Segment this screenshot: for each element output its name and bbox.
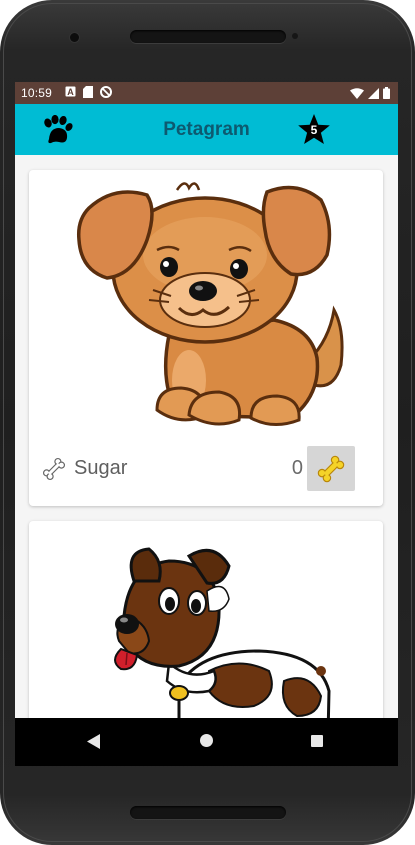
bone-outline-icon xyxy=(42,457,66,481)
status-notification-icons: A xyxy=(65,86,112,98)
sd-card-icon xyxy=(83,86,93,98)
home-button[interactable] xyxy=(200,734,213,747)
signal-icon xyxy=(368,87,379,99)
pet-card: Sugar 0 xyxy=(29,170,383,506)
proximity-sensor xyxy=(292,33,298,39)
pet-list[interactable]: Sugar 0 xyxy=(15,155,398,766)
favorites-button[interactable]: 5 xyxy=(297,113,331,147)
earpiece-speaker xyxy=(130,30,286,43)
front-camera xyxy=(70,33,79,42)
favorites-count: 5 xyxy=(310,123,318,137)
bone-yellow-icon xyxy=(317,455,345,482)
wifi-icon xyxy=(350,87,364,99)
app-bar: Petagram 5 xyxy=(15,104,398,155)
back-button[interactable] xyxy=(87,734,101,749)
like-count: 0 xyxy=(291,457,303,479)
pet-row: Sugar 0 xyxy=(29,443,383,493)
pet-name: Sugar xyxy=(74,457,128,479)
battery-icon xyxy=(383,87,390,99)
notification-a-icon: A xyxy=(65,86,76,97)
bottom-speaker xyxy=(130,806,286,819)
recents-button[interactable] xyxy=(311,735,323,747)
like-button[interactable] xyxy=(307,446,355,491)
navigation-bar xyxy=(15,718,398,766)
screen: 10:59 A Petagram 5 Sugar 0 xyxy=(15,82,398,766)
sync-icon xyxy=(100,86,112,98)
puppy-image xyxy=(76,182,344,426)
device-frame: 10:59 A Petagram 5 Sugar 0 xyxy=(0,0,415,845)
svg-text:A: A xyxy=(67,87,74,97)
status-time: 10:59 xyxy=(21,86,53,100)
app-title: Petagram xyxy=(163,119,250,140)
status-bar: 10:59 A xyxy=(15,82,398,104)
status-system-icons xyxy=(350,87,390,99)
